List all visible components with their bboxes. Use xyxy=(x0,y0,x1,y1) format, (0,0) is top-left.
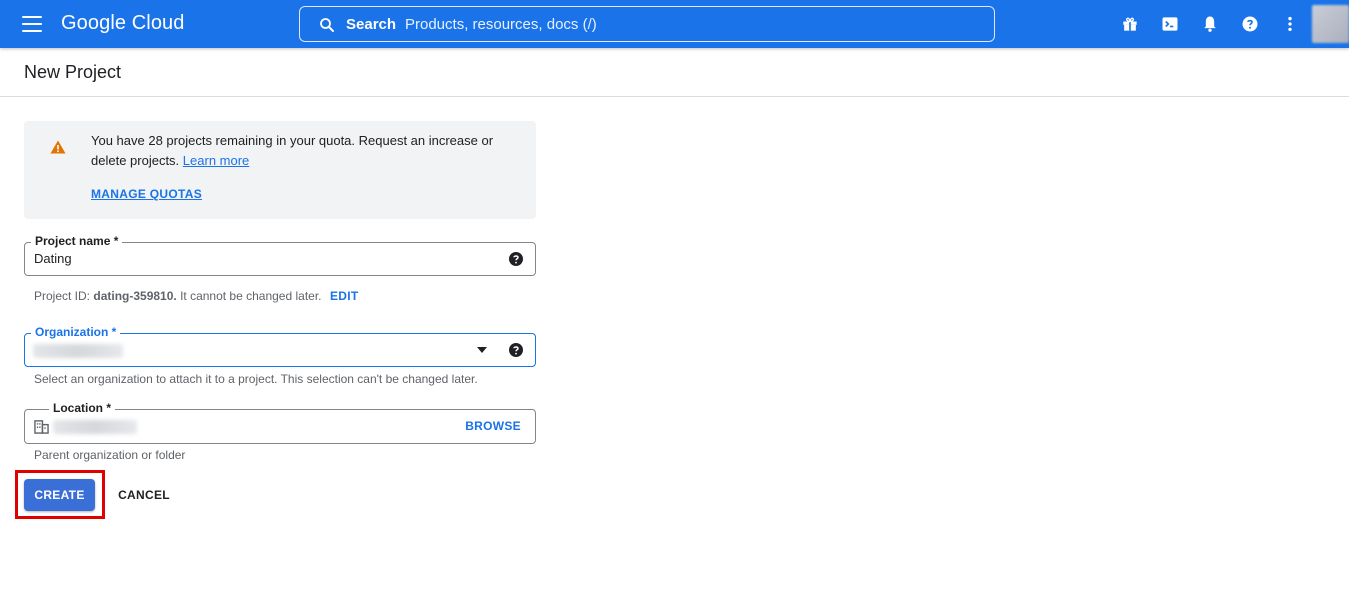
manage-quotas-link[interactable]: MANAGE QUOTAS xyxy=(91,187,202,201)
project-id-value: dating-359810. xyxy=(93,289,177,303)
location-value-redacted xyxy=(53,420,137,434)
gift-icon[interactable] xyxy=(1120,14,1140,34)
cloud-shell-icon[interactable] xyxy=(1160,14,1180,34)
quota-message-text: You have 28 projects remaining in your q… xyxy=(91,133,494,168)
organization-select[interactable]: Organization * xyxy=(24,325,536,367)
edit-project-id-link[interactable]: EDIT xyxy=(330,289,359,303)
title-divider xyxy=(0,96,1349,97)
project-name-field[interactable]: Project name * Dating xyxy=(24,234,536,276)
notifications-icon[interactable] xyxy=(1200,14,1220,34)
help-icon[interactable] xyxy=(508,251,524,267)
location-field[interactable]: Location * BROWSE xyxy=(24,401,536,444)
search-icon xyxy=(320,18,334,32)
menu-icon[interactable] xyxy=(22,16,42,32)
search-bar[interactable]: Search Products, resources, docs (/) xyxy=(299,6,995,42)
more-vert-icon[interactable] xyxy=(1280,14,1300,34)
page-title: New Project xyxy=(24,62,122,82)
help-icon[interactable] xyxy=(1240,14,1260,34)
browse-button[interactable]: BROWSE xyxy=(465,419,521,433)
project-name-value[interactable]: Dating xyxy=(34,251,72,266)
cancel-button[interactable]: CANCEL xyxy=(108,479,180,511)
building-icon xyxy=(34,420,49,434)
search-placeholder: Products, resources, docs (/) xyxy=(405,16,597,33)
organization-label: Organization * xyxy=(31,325,121,339)
organization-value-redacted xyxy=(33,344,123,358)
dropdown-arrow-icon[interactable] xyxy=(476,345,488,355)
account-avatar[interactable] xyxy=(1312,5,1349,43)
organization-hint: Select an organization to attach it to a… xyxy=(34,372,478,386)
learn-more-link[interactable]: Learn more xyxy=(183,153,249,168)
location-hint: Parent organization or folder xyxy=(34,448,186,462)
help-icon[interactable] xyxy=(508,342,524,358)
create-button[interactable]: CREATE xyxy=(24,479,95,511)
location-label: Location * xyxy=(49,401,116,415)
project-id-hint: Project ID: dating-359810. It cannot be … xyxy=(34,289,322,303)
quota-message: You have 28 projects remaining in your q… xyxy=(91,131,521,171)
quota-banner: You have 28 projects remaining in your q… xyxy=(24,121,536,219)
warning-icon xyxy=(50,140,66,154)
search-label: Search xyxy=(346,16,397,33)
project-id-suffix: It cannot be changed later. xyxy=(176,289,322,303)
project-id-prefix: Project ID: xyxy=(34,289,94,303)
google-cloud-logo[interactable]: Google Cloud xyxy=(61,12,185,35)
project-name-label: Project name * xyxy=(31,234,123,248)
top-app-bar: Google Cloud Search Products, resources,… xyxy=(0,0,1349,48)
